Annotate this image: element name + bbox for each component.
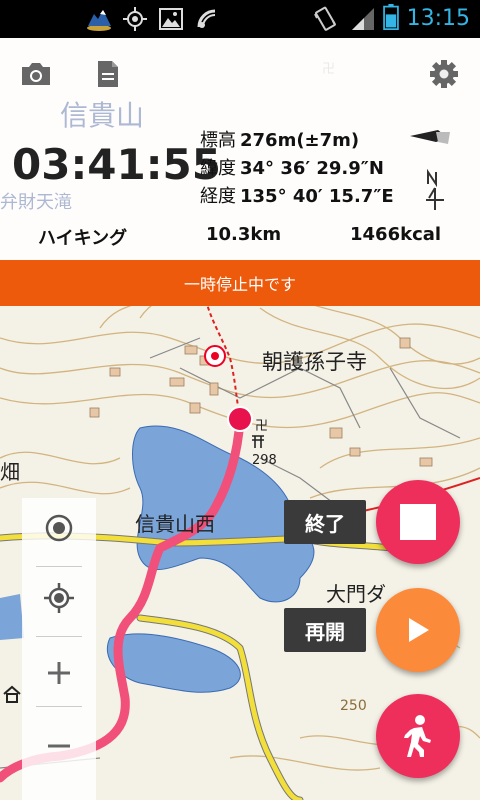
divider <box>36 636 82 637</box>
play-button[interactable] <box>376 588 460 672</box>
my-location-button[interactable] <box>22 498 96 558</box>
map-label-gate: 大門ダ <box>326 582 386 606</box>
vibrate-icon <box>314 6 336 31</box>
svg-text:卍: 卍 <box>255 419 268 434</box>
map-label-temple: 朝護孫子寺 <box>262 350 367 374</box>
map-label-elev-250: 250 <box>340 698 367 714</box>
zoom-in-button[interactable] <box>22 643 96 703</box>
document-icon <box>98 61 118 87</box>
camera-button[interactable] <box>16 56 56 92</box>
battery-icon <box>383 4 399 30</box>
play-icon <box>409 618 429 642</box>
home-icon <box>3 685 21 703</box>
stop-button[interactable] <box>376 480 460 564</box>
divider <box>36 566 82 567</box>
paused-text: 一時停止中です <box>183 275 296 294</box>
stop-icon <box>400 504 436 540</box>
settings-button[interactable] <box>424 56 464 92</box>
divider <box>36 706 82 707</box>
compass-north-icon <box>426 168 444 210</box>
longitude-row: 経度 135° 40′ 15.7″E <box>200 182 394 208</box>
longitude-label: 経度 <box>200 186 236 207</box>
latitude-value: 34° 36′ 29.9″N <box>240 158 384 179</box>
map-label-elev-298: 298 <box>252 453 277 468</box>
signal-icon <box>352 8 374 30</box>
tracking-info-panel: 信貴山 弁財天滝 03:41:55 標高 276m(±7m) 緯度 34° 36… <box>0 38 480 260</box>
app-notification-icon <box>87 10 111 31</box>
gps-icon <box>123 7 147 31</box>
zoom-out-icon <box>48 744 70 748</box>
walking-person-icon <box>404 715 431 757</box>
elevation-label: 標高 <box>200 130 236 151</box>
map-label-fields: 畑 <box>0 460 20 484</box>
map-label-waterfall: 弁財天滝 <box>0 192 72 213</box>
status-clock: 13:15 <box>406 6 470 31</box>
elevation-row: 標高 276m(±7m) <box>200 126 359 152</box>
activity-walk-button[interactable] <box>376 694 460 778</box>
nfc-icon <box>197 9 216 28</box>
camera-icon <box>22 63 50 85</box>
gps-fix-button[interactable] <box>22 568 96 628</box>
zoom-out-button[interactable] <box>22 716 96 776</box>
zoom-in-icon <box>48 662 70 684</box>
image-icon <box>159 8 183 30</box>
resume-label[interactable]: 再開 <box>284 608 366 652</box>
map-label-mountain: 信貴山 <box>60 99 145 132</box>
distance-value: 10.3km <box>206 224 282 245</box>
map-control-panel <box>22 498 96 800</box>
status-bar: 13:15 <box>0 0 480 38</box>
elapsed-time: 03:41:55 <box>12 140 221 189</box>
map-label-area-west: 信貴山西 <box>135 512 215 536</box>
calories-value: 1466kcal <box>350 224 442 245</box>
elevation-value: 276m(±7m) <box>240 130 360 151</box>
finish-label[interactable]: 終了 <box>284 500 366 544</box>
direction-arrow-icon <box>410 130 450 144</box>
longitude-value: 135° 40′ 15.7″E <box>240 186 394 207</box>
latitude-row: 緯度 34° 36′ 29.9″N <box>200 154 384 180</box>
my-location-icon <box>45 514 73 542</box>
paused-banner: 一時停止中です <box>0 260 480 306</box>
gps-fix-icon <box>44 583 74 613</box>
gear-icon <box>430 60 458 88</box>
memo-button[interactable] <box>88 56 128 92</box>
latitude-label: 緯度 <box>200 158 236 179</box>
activity-type: ハイキング <box>38 228 128 249</box>
